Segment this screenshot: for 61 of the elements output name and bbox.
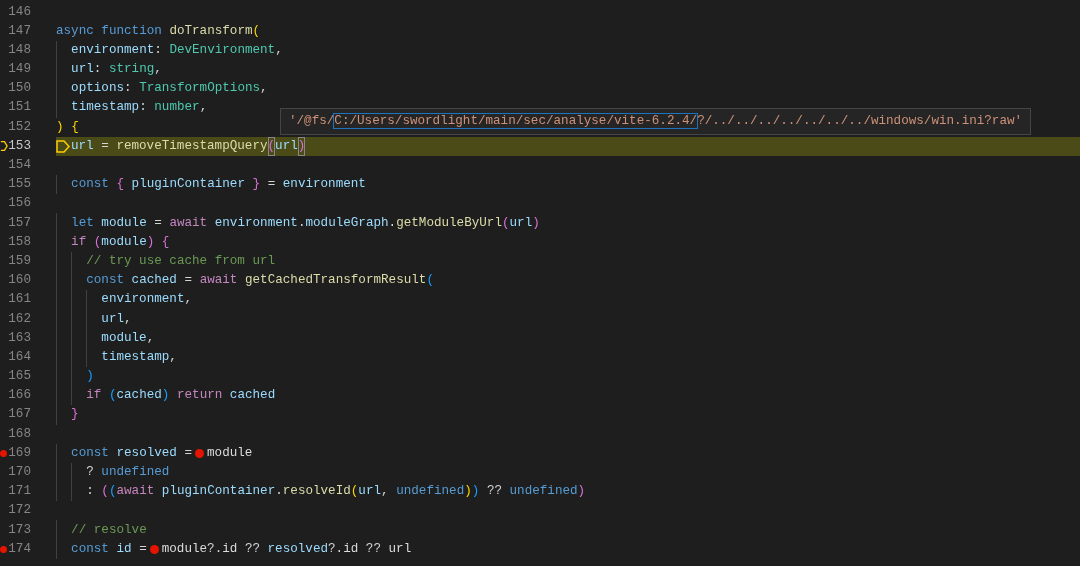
line-number: 163 [8, 329, 31, 347]
execution-arrow-icon [56, 139, 71, 153]
code-text: const cached = await getCachedTransformResult( [56, 271, 434, 291]
code-text: timestamp: number, [56, 98, 208, 118]
code-text: const id = [56, 539, 147, 559]
line-number: 171 [8, 483, 31, 501]
line-number: 162 [8, 310, 31, 328]
code-text: url: string, [56, 59, 162, 80]
line-number: 157 [8, 214, 31, 232]
line-number: 158 [8, 233, 31, 251]
code-text: } [56, 405, 79, 425]
line-number: 153 [8, 137, 31, 155]
code-text: const resolved = [56, 443, 193, 463]
code-text: environment: DevEnvironment, [56, 40, 283, 60]
hover-value: '/@fs/C:/Users/swordlight/main/sec/analyse/vite-6.2.4/?/../../../../../../../windows/win.ini?raw' [289, 113, 1023, 131]
line-number: 160 [8, 272, 31, 290]
code-text: module?.id ?? resolved?.id ?? url [161, 540, 412, 558]
code-text: : ((await pluginContainer.resolveId(url, undefined)) ?? undefined) [56, 482, 586, 502]
code-text: ) [56, 366, 94, 387]
line-number: 150 [8, 80, 31, 98]
line-number: 173 [8, 521, 31, 539]
line-number: 161 [8, 291, 31, 309]
line-number: 148 [8, 41, 31, 59]
code-text: url = removeTimestampQuery(url) [71, 136, 306, 156]
code-text: module, [56, 328, 155, 348]
line-number: 164 [8, 348, 31, 366]
line-number: 151 [8, 99, 31, 117]
line-number: 172 [8, 502, 31, 520]
code-text: timestamp, [56, 347, 177, 367]
line-number: 167 [8, 406, 31, 424]
code-text: options: TransformOptions, [56, 79, 268, 99]
code-text: if (module) { [56, 232, 170, 252]
line-number: 170 [8, 464, 31, 482]
code-text: // try use cache from url [56, 251, 276, 271]
breakpoint-icon[interactable] [0, 545, 7, 553]
code-text: async function doTransform( [56, 22, 261, 40]
line-number: 165 [8, 368, 31, 386]
code-text: // resolve [56, 520, 147, 540]
code-text: url, [56, 309, 132, 329]
line-number: 152 [8, 118, 31, 136]
code-text: ? undefined [56, 462, 170, 483]
code-text: environment, [56, 290, 193, 310]
line-number: 169 [8, 444, 31, 462]
inline-breakpoint-icon[interactable] [195, 448, 205, 458]
code-text: if (cached) return cached [56, 386, 276, 406]
inline-breakpoint-icon[interactable] [149, 544, 159, 554]
code-text: const { pluginContainer } = environment [56, 175, 366, 195]
code-text: ) { [56, 118, 79, 136]
code-text: let module = await environment.moduleGraph.getModuleByUrl(url) [56, 213, 540, 233]
line-number: 146 [8, 3, 31, 21]
line-number: 154 [8, 157, 31, 175]
line-number: 159 [8, 252, 31, 270]
line-number: 166 [8, 387, 31, 405]
line-number: 147 [8, 22, 31, 40]
line-number: 155 [8, 176, 31, 194]
line-number: 149 [8, 61, 31, 79]
line-number: 174 [8, 540, 31, 558]
line-number: 156 [8, 195, 31, 213]
code-text: module [207, 444, 253, 462]
line-number: 168 [8, 425, 31, 443]
breakpoint-icon[interactable] [0, 449, 7, 457]
